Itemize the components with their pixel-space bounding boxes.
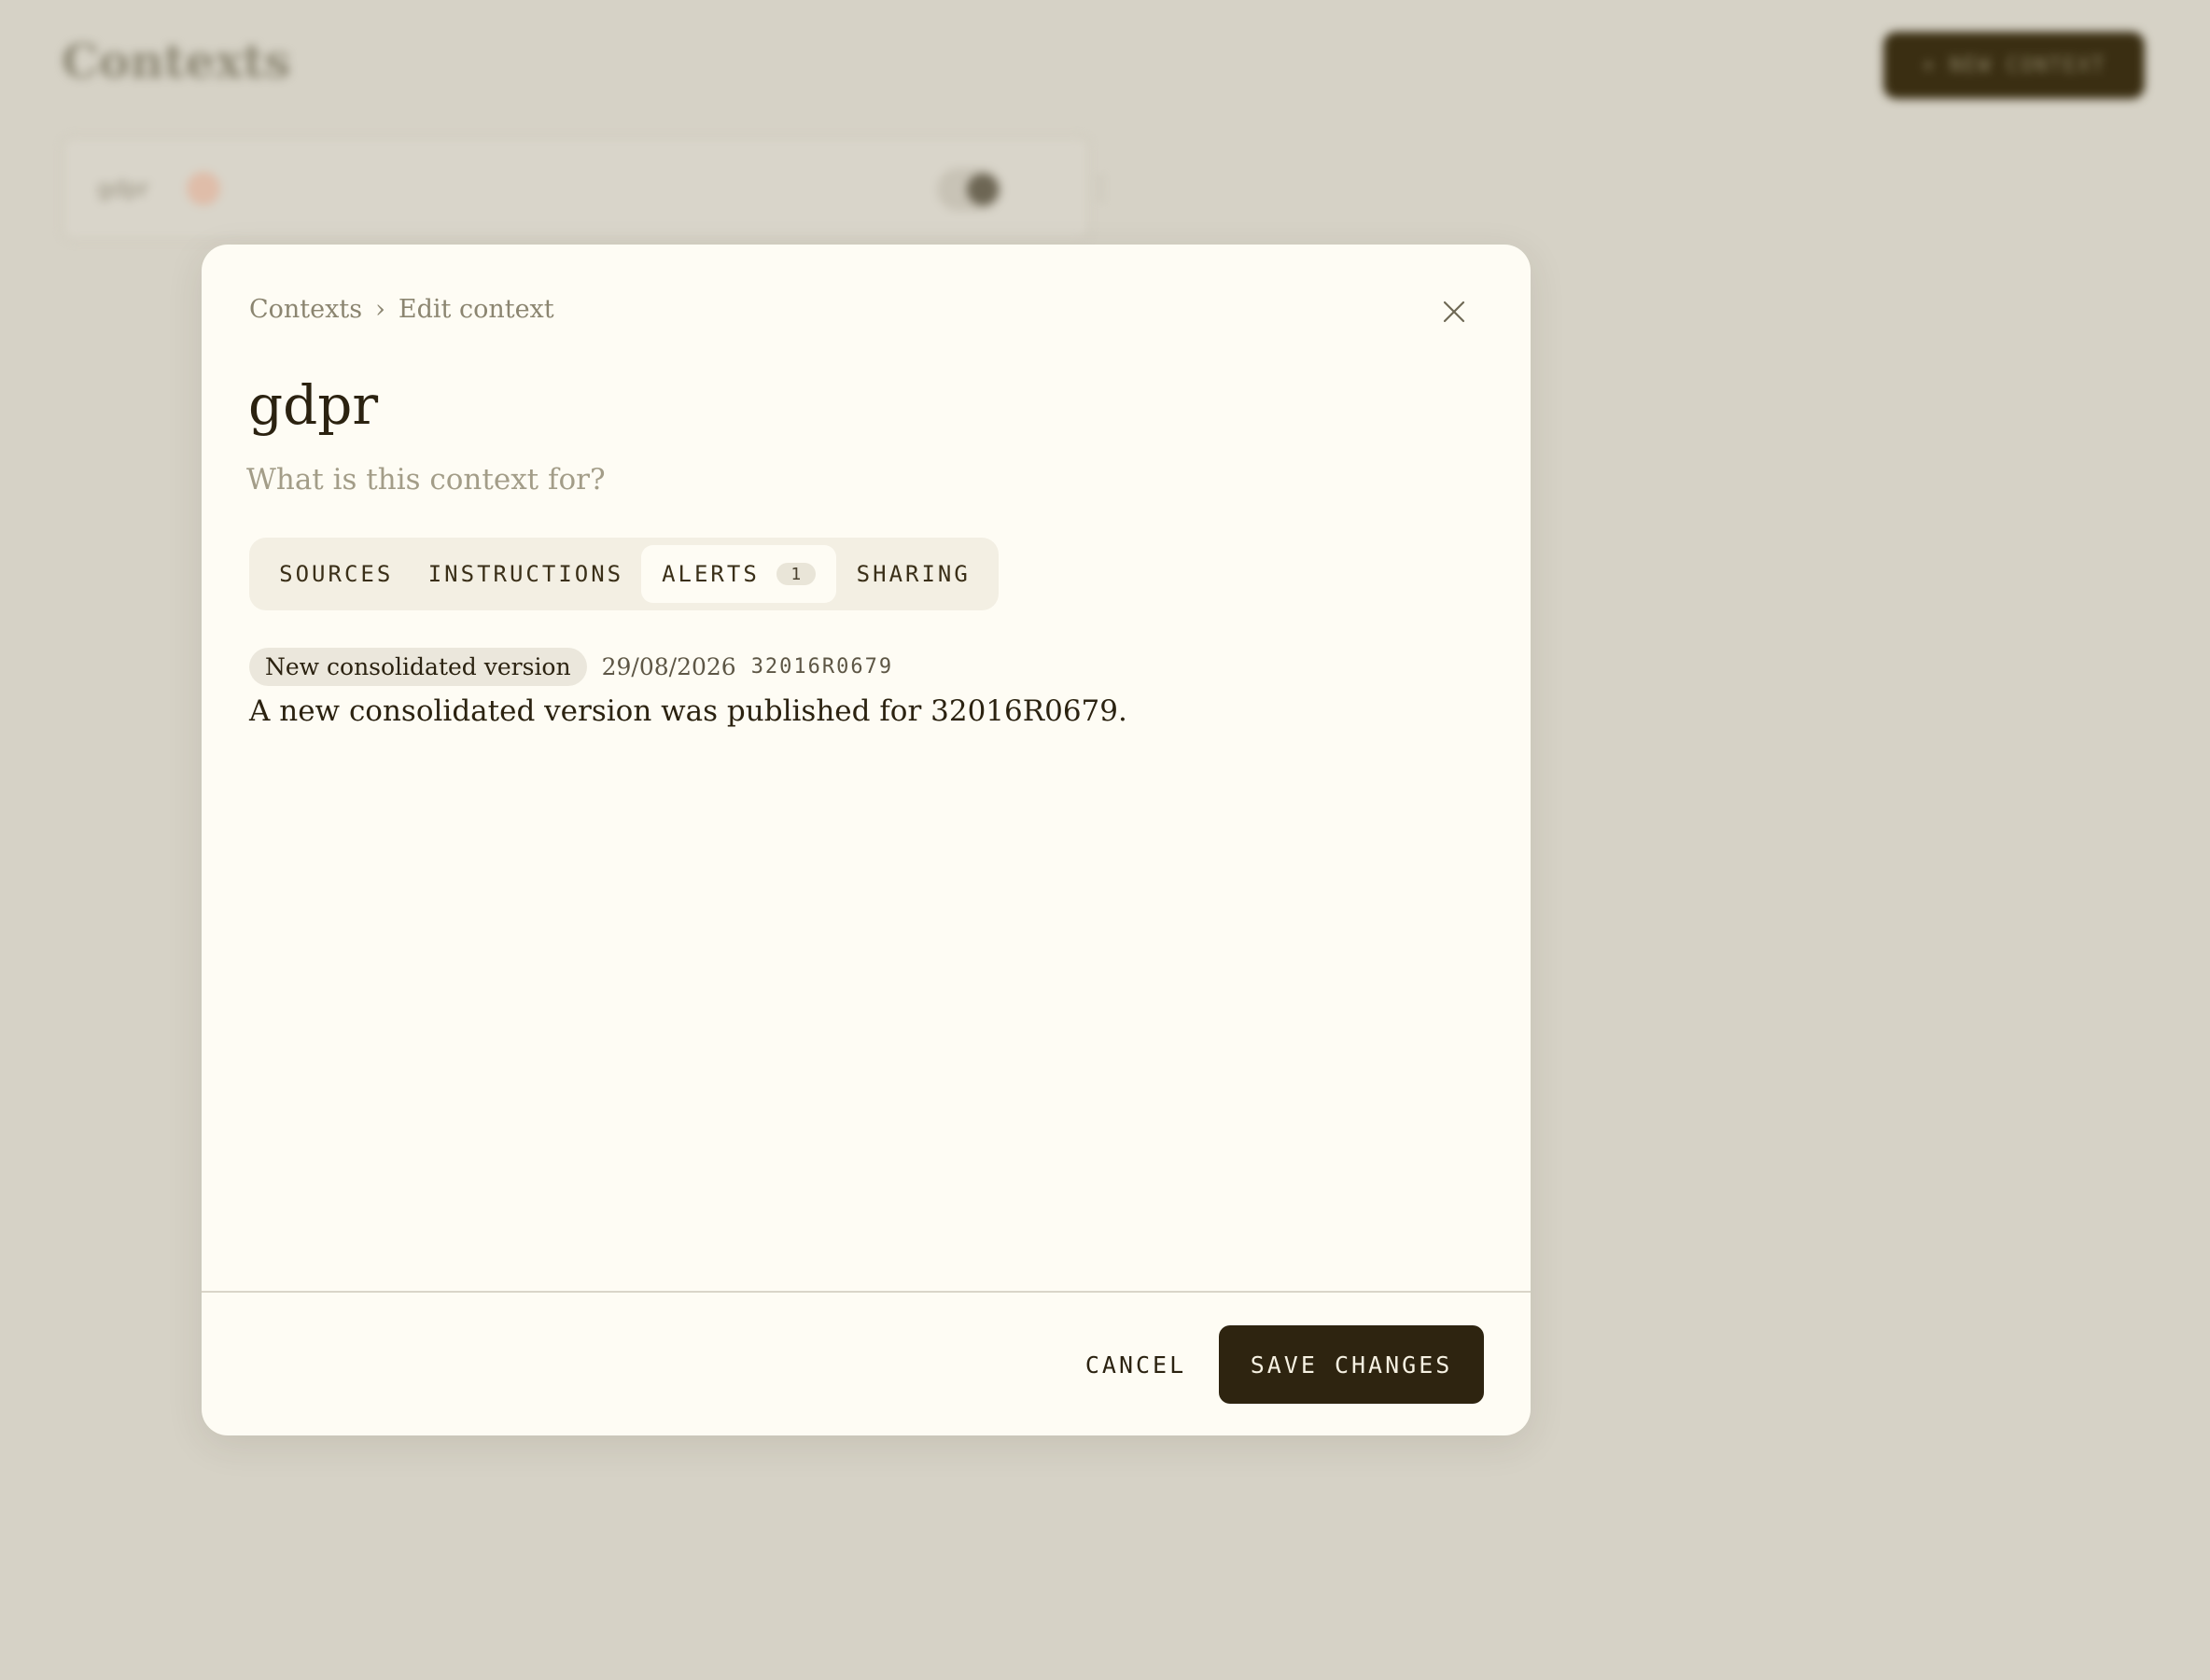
- breadcrumb-separator: ›: [375, 295, 385, 324]
- plus-icon: +: [1922, 53, 1937, 77]
- tab-alerts[interactable]: ALERTS 1: [641, 545, 836, 603]
- close-icon: [1443, 301, 1465, 323]
- tab-sources-label: SOURCES: [279, 561, 394, 587]
- context-card-name: gdpr: [97, 175, 149, 202]
- page-title: Contexts: [62, 34, 291, 89]
- save-changes-button[interactable]: SAVE CHANGES: [1219, 1325, 1484, 1404]
- alert-type-badge: New consolidated version: [249, 648, 587, 686]
- tab-sharing[interactable]: SHARING: [836, 545, 992, 603]
- edit-context-modal: Contexts › Edit context gdpr SOURCES INS…: [202, 245, 1531, 1435]
- context-toggle[interactable]: [937, 168, 1002, 211]
- tab-instructions[interactable]: INSTRUCTIONS: [415, 545, 636, 603]
- status-dot-icon: [187, 172, 220, 205]
- breadcrumb-root[interactable]: Contexts: [249, 295, 362, 324]
- tab-sharing-label: SHARING: [856, 561, 971, 587]
- close-button[interactable]: [1435, 293, 1473, 330]
- alert-celex-code: 32016R0679: [750, 655, 894, 679]
- new-context-button[interactable]: + NEW CONTEXT: [1883, 32, 2145, 99]
- context-card[interactable]: gdpr ⋮: [62, 136, 1114, 241]
- alerts-count-badge: 1: [776, 563, 816, 585]
- cancel-button[interactable]: CANCEL: [1056, 1325, 1215, 1404]
- breadcrumb-current: Edit context: [398, 295, 554, 324]
- tab-sources[interactable]: SOURCES: [257, 545, 415, 603]
- alert-date: 29/08/2026: [601, 653, 736, 680]
- new-context-label: NEW CONTEXT: [1949, 53, 2106, 77]
- breadcrumb: Contexts › Edit context: [249, 295, 554, 324]
- tab-bar: SOURCES INSTRUCTIONS ALERTS 1 SHARING: [249, 538, 999, 610]
- description-input[interactable]: [246, 454, 1086, 506]
- context-title[interactable]: gdpr: [248, 373, 378, 437]
- tab-alerts-label: ALERTS: [662, 561, 760, 587]
- alert-meta-row: New consolidated version 29/08/2026 3201…: [249, 648, 893, 686]
- footer-divider: [202, 1291, 1531, 1293]
- vertical-dots-icon[interactable]: ⋮: [1086, 172, 1114, 204]
- tab-instructions-label: INSTRUCTIONS: [427, 561, 624, 587]
- alert-message: A new consolidated version was published…: [249, 694, 1127, 728]
